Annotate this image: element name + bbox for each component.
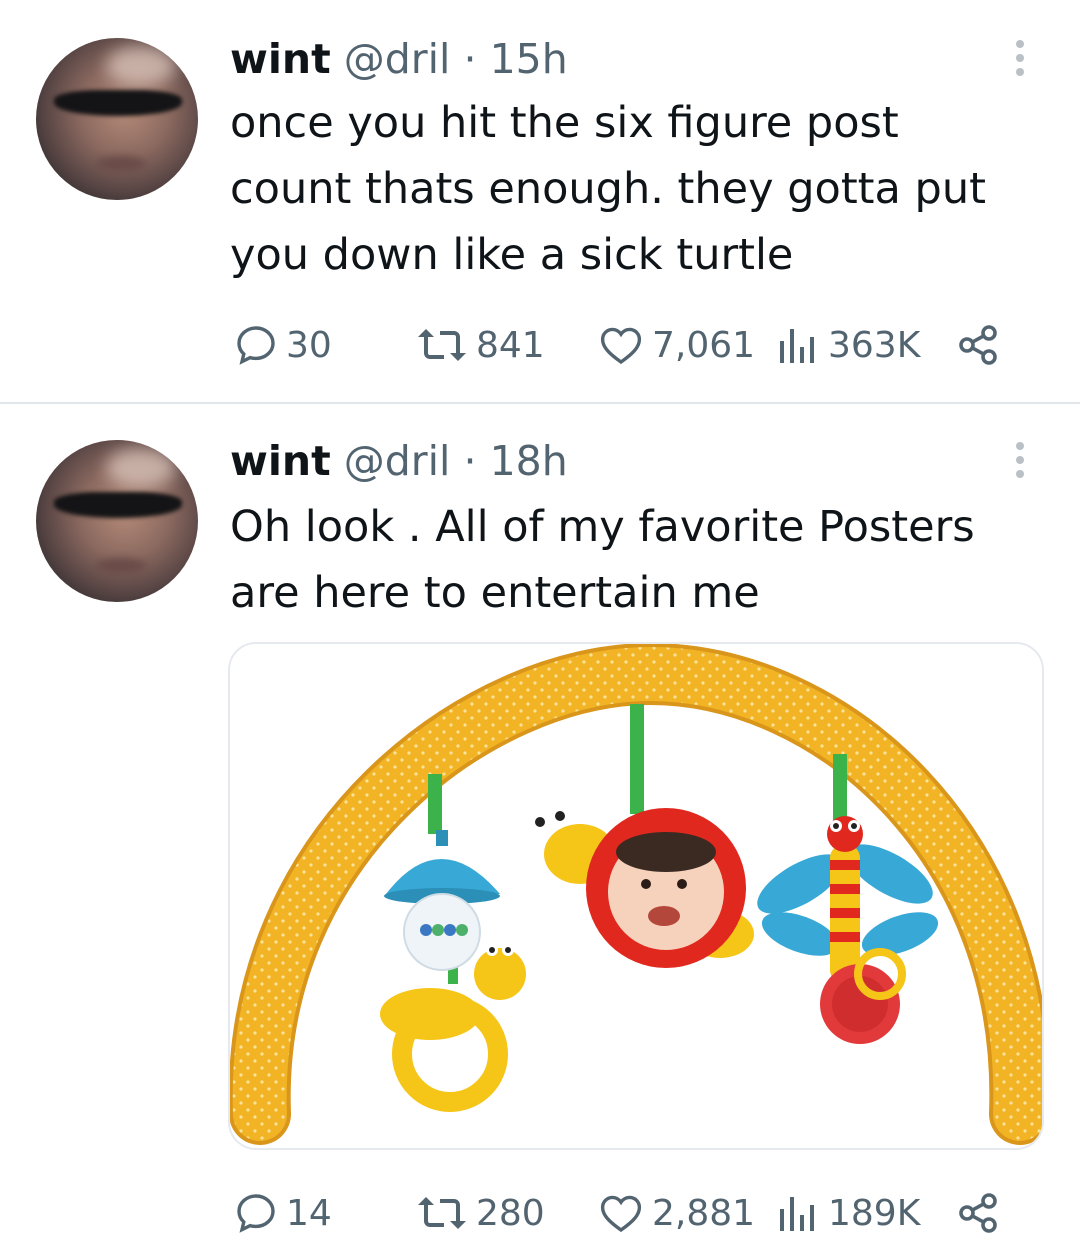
reply-icon [237, 1194, 275, 1233]
avatar[interactable] [36, 440, 198, 602]
more-icon[interactable] [1012, 442, 1028, 482]
views-icon [780, 1197, 814, 1231]
avatar-mouth [96, 558, 146, 574]
tweet-text-line: Oh look . All of my favorite Posters [230, 502, 975, 552]
retweet-icon [418, 1197, 466, 1229]
tweet-text-line: are here to entertain me [230, 568, 760, 618]
retweet-button[interactable]: 280 [414, 1188, 545, 1238]
tweet-text: Oh look . All of my favorite Posters are… [230, 494, 1030, 626]
separator-dot: · [463, 437, 477, 485]
tweet-time[interactable]: 18h [490, 437, 568, 485]
heart-icon [600, 1195, 642, 1233]
author-handle[interactable]: @dril [344, 437, 451, 485]
author-name[interactable]: wint [230, 437, 331, 485]
reply-count: 14 [286, 1192, 332, 1234]
views-count: 189K [828, 1192, 921, 1234]
baby-toy-arch-image [230, 644, 1042, 1145]
tweet[interactable]: wint @dril · 18h Oh look . All of my fav… [0, 0, 1080, 1239]
avatar-highlight [106, 448, 176, 488]
views-button[interactable]: 189K [774, 1188, 920, 1238]
reply-button[interactable]: 14 [232, 1188, 332, 1238]
retweet-count: 280 [476, 1192, 545, 1234]
action-bar: 14 280 2,881 189K [0, 1188, 1080, 1238]
share-button[interactable] [954, 1188, 1004, 1238]
tweet-header: wint @dril · 18h [230, 438, 568, 484]
avatar-sunglasses [54, 492, 182, 518]
share-icon [959, 1193, 997, 1233]
like-button[interactable]: 2,881 [596, 1188, 755, 1238]
like-count: 2,881 [652, 1192, 756, 1234]
tweet-media-image[interactable] [228, 642, 1044, 1150]
